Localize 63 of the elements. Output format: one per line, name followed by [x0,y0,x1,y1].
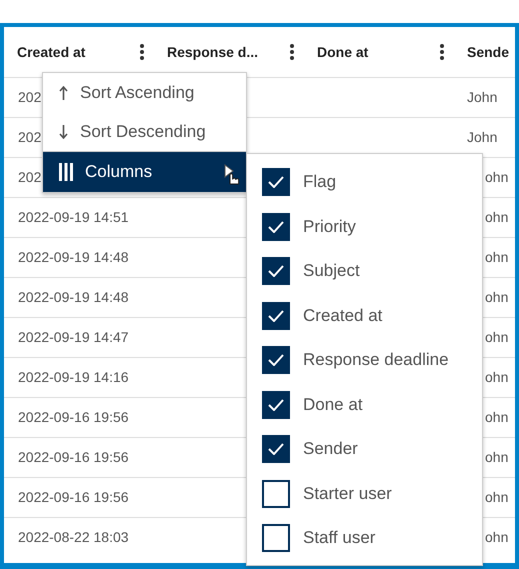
more-icon[interactable] [290,44,294,60]
table-cell: 2022-09-19 14:16 [18,368,129,384]
table-cell: 2022-09-19 14:51 [18,208,129,224]
column-header[interactable]: Response d... [167,44,258,60]
arrow-up-icon [59,86,68,100]
checkmark-icon [268,265,284,278]
table-cell: ohn [485,368,508,384]
checkmark-icon [268,398,284,411]
menu-item[interactable]: Columns [43,151,246,192]
checkbox-label[interactable]: Sender [303,439,358,460]
table-cell: ohn [485,488,508,504]
checkmark-icon [268,354,284,366]
table-cell: 2022-09-19 14:47 [18,328,129,344]
menu-item[interactable]: Sort Descending [43,112,246,151]
table-cell: 2022-08-22 18:03 [18,528,129,544]
checkbox[interactable] [262,435,290,464]
table-cell: ohn [485,448,508,464]
checkbox-label[interactable]: Staff user [303,528,376,548]
table-cell: ohn [485,248,508,264]
table-cell: ohn [485,288,508,304]
table-cell: 2022-09-19 14:48 [18,248,129,264]
more-icon[interactable] [440,44,444,60]
checkbox[interactable] [262,346,290,374]
table-cell: ohn [485,528,508,544]
checkbox-label[interactable]: Subject [303,261,360,282]
table-cell: 2022-09-19 14:48 [18,288,129,304]
table-cell: ohn [485,208,508,224]
checkmark-icon [268,310,284,322]
checkmark-icon [268,220,284,233]
checkbox-label[interactable]: Done at [303,394,363,415]
checkbox-label[interactable]: Flag [303,172,336,192]
columns-icon [59,163,73,181]
column-header[interactable]: Done at [317,44,368,60]
checkbox[interactable] [262,212,290,241]
table-cell: 202 [18,88,42,104]
table-cell: 2022-09-16 19:56 [18,488,129,504]
menu-item[interactable]: Sort Ascending [43,73,246,112]
checkbox-label[interactable]: Priority [303,216,356,237]
table-cell: John [467,128,498,144]
table-cell: 202 [18,168,42,184]
column-header[interactable]: Sende [467,44,510,60]
column-header[interactable]: Created at [17,44,86,60]
more-icon[interactable] [140,44,144,60]
table-cell: 2022-09-16 19:56 [18,408,129,424]
checkbox[interactable] [262,480,290,508]
table-cell: ohn [485,408,508,424]
checkbox[interactable] [262,168,290,196]
checkmark-icon [268,176,284,188]
checkbox-label[interactable]: Response deadline [303,350,449,370]
checkbox[interactable] [262,302,290,330]
table-cell: ohn [485,328,508,344]
table-cell: 2022-09-16 19:56 [18,448,129,464]
checkmark-icon [268,443,284,456]
checkbox[interactable] [262,524,290,552]
checkbox[interactable] [262,390,290,419]
arrow-down-icon [59,124,68,138]
checkbox-label[interactable]: Starter user [303,484,392,504]
table-cell: John [467,88,498,104]
cursor-icon [224,164,240,186]
checkbox-label[interactable]: Created at [303,306,382,326]
checkbox[interactable] [262,257,290,286]
table-cell: ohn [485,168,508,184]
table-cell: 202 [18,128,42,144]
